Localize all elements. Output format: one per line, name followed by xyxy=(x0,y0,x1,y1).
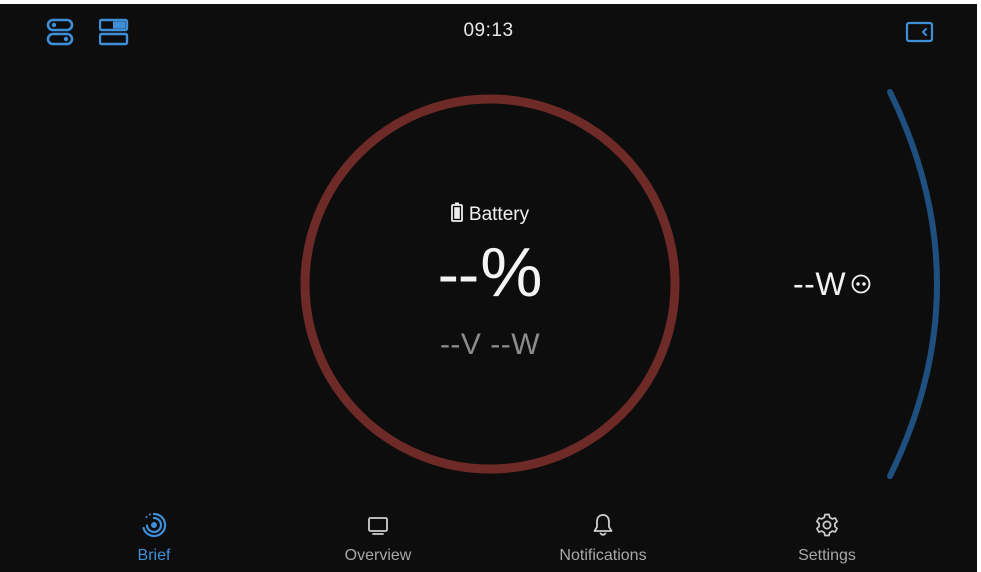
nav-settings-label: Settings xyxy=(798,547,856,564)
clock: 09:13 xyxy=(463,20,514,41)
nav-overview-label: Overview xyxy=(344,547,412,564)
load-power-value: --W xyxy=(793,266,847,302)
battery-gauge[interactable]: Battery -- % --V --W xyxy=(298,92,682,476)
load-arc xyxy=(887,89,940,479)
app-screen: 09:13 Battery -- % --V --W --W Brief Ove… xyxy=(0,4,977,572)
collapse-panel-icon[interactable] xyxy=(905,20,935,50)
battery-voltage-power: --V --W xyxy=(439,328,541,361)
nav-brief-label: Brief xyxy=(137,547,171,564)
bottom-navigation: Brief Overview Notifications Settings xyxy=(0,504,977,572)
nav-notifications[interactable]: Notifications xyxy=(523,504,683,572)
nav-notifications-label: Notifications xyxy=(559,547,647,564)
overview-screen-icon xyxy=(365,512,391,538)
bell-icon xyxy=(590,512,616,538)
nav-overview[interactable]: Overview xyxy=(298,504,458,572)
battery-label: Battery xyxy=(468,203,530,225)
nav-settings[interactable]: Settings xyxy=(747,504,907,572)
battery-icon xyxy=(450,202,463,227)
brief-gauge-icon xyxy=(141,512,167,538)
nav-brief[interactable]: Brief xyxy=(74,504,234,572)
ac-outlet-icon xyxy=(850,273,872,300)
gear-icon xyxy=(814,512,840,538)
battery-percent-unit: % xyxy=(480,233,543,311)
battery-percent-value: -- xyxy=(437,238,480,310)
status-bar: 09:13 xyxy=(0,4,977,60)
load-readout[interactable]: --W xyxy=(793,266,872,303)
